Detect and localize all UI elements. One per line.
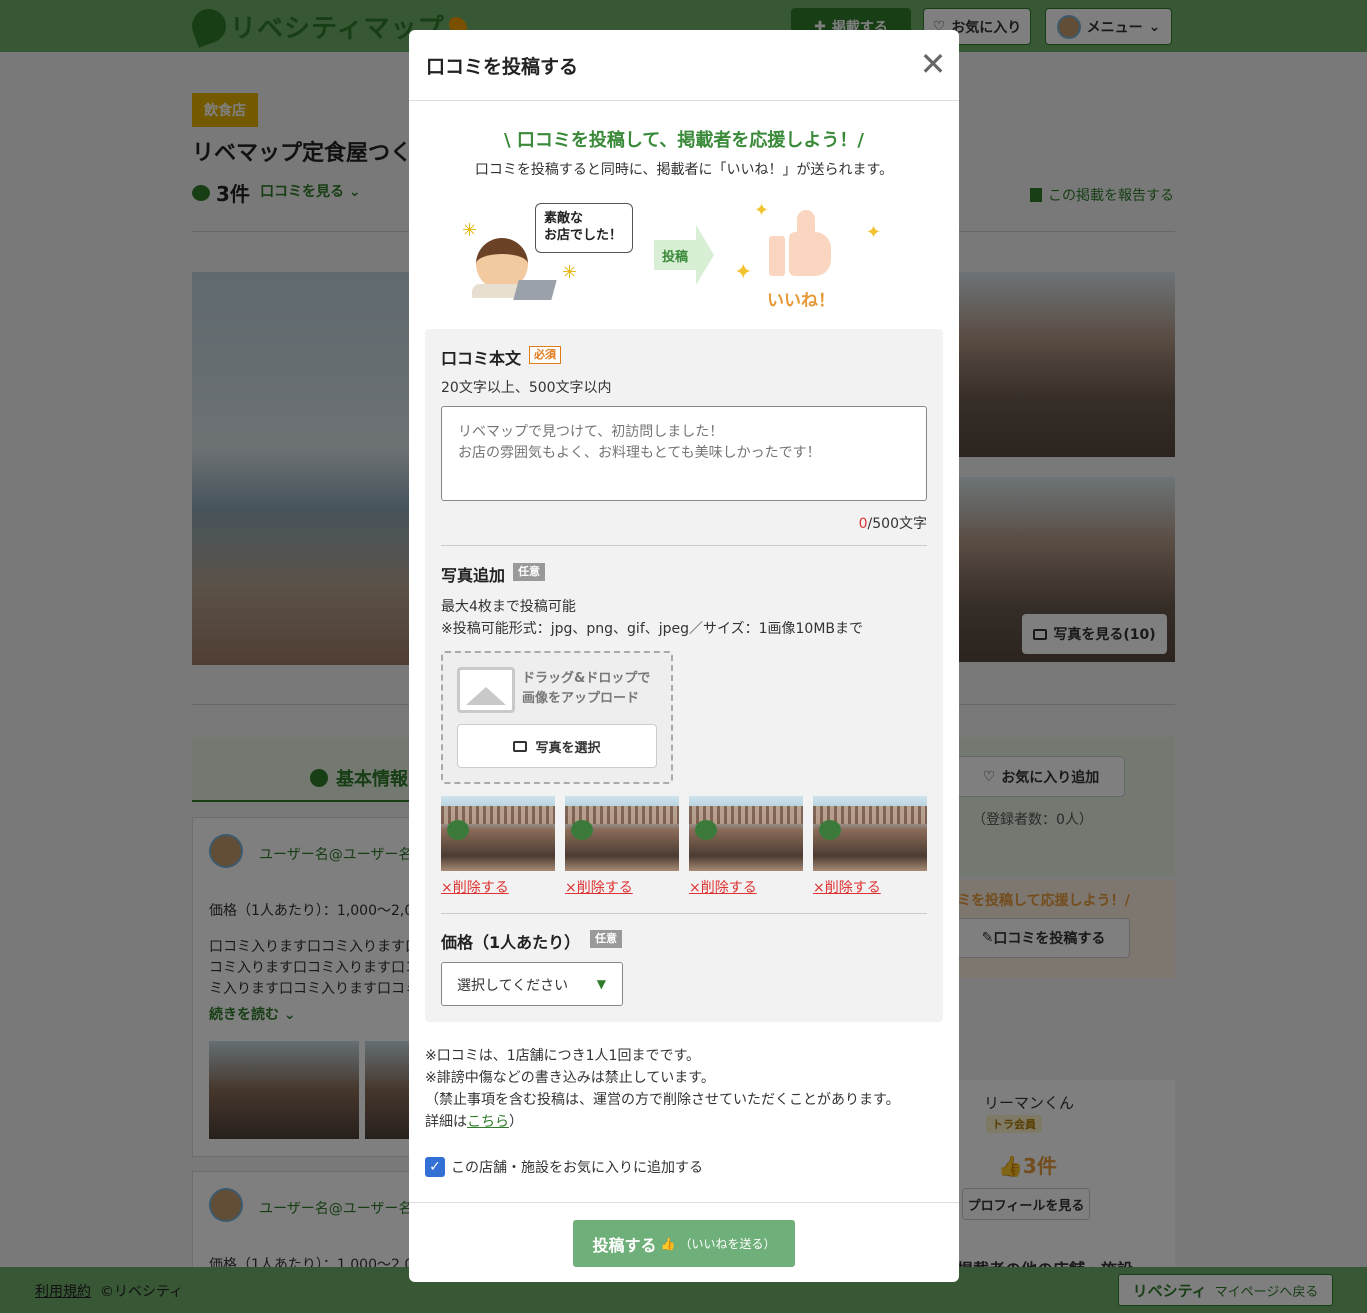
rule-line: （禁止事項を含む投稿は、運営の方で削除させていただくことがあります。 <box>425 1092 900 1108</box>
modal-title: 口コミを投稿する <box>426 56 579 78</box>
rule-line: 詳細はこちら） <box>425 1114 523 1130</box>
uploaded-photo <box>813 796 927 871</box>
optional-badge: 任意 <box>590 930 622 948</box>
like-label: いいね！ <box>767 291 835 311</box>
review-body-label: 口コミ本文 <box>441 349 522 368</box>
select-photo-button[interactable]: 写真を選択 <box>457 724 657 768</box>
submit-review-button[interactable]: 投稿する 👍 （いいねを送る） <box>573 1220 795 1267</box>
thumbs-up-icon <box>769 210 839 276</box>
required-badge: 必須 <box>529 346 561 364</box>
sparkle-icon: ✳ <box>462 220 478 241</box>
price-select-value: 選択してください <box>457 978 569 994</box>
details-link[interactable]: こちら <box>467 1114 509 1130</box>
post-review-modal: 口コミを投稿する ✕ \ 口コミを投稿して、掲載者を応援しよう！/ 口コミを投稿… <box>409 30 959 1282</box>
photo-note: 最大4枚まで投稿可能 <box>441 599 576 615</box>
submit-sublabel: （いいねを送る） <box>679 1237 776 1251</box>
optional-badge: 任意 <box>513 563 545 581</box>
delete-photo-link[interactable]: ×削除する <box>689 877 757 897</box>
select-photo-label: 写真を選択 <box>535 740 601 756</box>
photo-section-label: 写真追加 <box>441 566 506 585</box>
modal-header: 口コミを投稿する ✕ <box>409 30 959 101</box>
char-counter: 0/500文字 <box>858 516 927 532</box>
uploaded-photo <box>441 796 555 871</box>
delete-photo-link[interactable]: ×削除する <box>813 877 881 897</box>
close-icon[interactable]: ✕ <box>915 46 951 82</box>
cta-title: \ 口コミを投稿して、掲載者を応援しよう！/ <box>504 130 864 151</box>
cta-subtitle: 口コミを投稿すると同時に、掲載者に「いいね！」が送られます。 <box>474 162 894 178</box>
arrow-right-icon <box>696 225 714 285</box>
laptop-icon <box>513 280 557 300</box>
photo-dropzone[interactable]: ドラッグ&ドロップで 画像をアップロード 写真を選択 <box>441 651 673 784</box>
divider <box>441 913 927 914</box>
uploaded-photo <box>565 796 679 871</box>
delete-photo-link[interactable]: ×削除する <box>565 877 633 897</box>
posting-rules: ※口コミは、1店舗につき1人1回までです。 ※誹謗中傷などの書き込みは禁止してい… <box>425 1045 900 1133</box>
sparkle-icon: ✦ <box>866 222 882 243</box>
divider <box>441 545 927 546</box>
speech-bubble: 素敵な お店でした！ <box>535 203 633 253</box>
price-select[interactable]: 選択してください ▼ <box>441 962 623 1006</box>
delete-photo-link[interactable]: ×削除する <box>441 877 509 897</box>
review-form: 口コミ本文 必須 20文字以上、500文字以内 0/500文字 写真追加 任意 … <box>425 329 943 1022</box>
modal-footer: 投稿する 👍 （いいねを送る） <box>409 1202 959 1282</box>
illustration: ✳ ✳ 素敵な お店でした！ 投稿 ✦ ✦ ✦ いいね！ <box>454 200 894 320</box>
thumbs-up-icon: 👍 <box>660 1236 676 1251</box>
review-body-textarea[interactable] <box>441 406 927 501</box>
price-label: 価格（1人あたり） <box>441 933 581 952</box>
chevron-down-icon: ▼ <box>596 977 606 991</box>
uploaded-photo <box>689 796 803 871</box>
sparkle-icon: ✳ <box>562 262 578 283</box>
submit-label: 投稿する <box>592 1235 657 1255</box>
favorite-checkbox-label: この店舗・施設をお気に入りに追加する <box>451 1160 703 1176</box>
sparkle-icon: ✦ <box>734 260 753 285</box>
photo-format-note: ※投稿可能形式：jpg、png、gif、jpeg／サイズ：1画像10MBまで <box>441 621 864 637</box>
favorite-checkbox-row[interactable]: ✓ この店舗・施設をお気に入りに追加する <box>425 1157 703 1177</box>
sparkle-icon: ✦ <box>754 200 770 221</box>
image-icon <box>513 740 528 752</box>
review-body-hint: 20文字以上、500文字以内 <box>441 380 612 396</box>
arrow-label: 投稿 <box>654 240 696 270</box>
rule-line: ※口コミは、1店舗につき1人1回までです。 <box>425 1048 701 1064</box>
dropzone-text: ドラッグ&ドロップで 画像をアップロード <box>522 671 651 706</box>
favorite-checkbox[interactable]: ✓ <box>425 1157 445 1177</box>
rule-line: ※誹謗中傷などの書き込みは禁止しています。 <box>425 1070 715 1086</box>
image-placeholder-icon <box>457 667 515 713</box>
